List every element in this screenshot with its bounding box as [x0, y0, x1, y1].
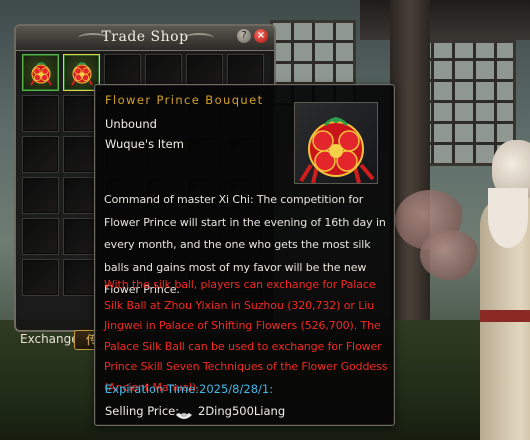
flower-prince-bouquet-icon [294, 102, 378, 184]
help-icon[interactable]: ? [237, 29, 251, 43]
shop-slot-empty[interactable] [22, 95, 59, 132]
item-usage: With the silk ball, players can exchange… [104, 278, 388, 394]
item-tooltip: Flower Prince Bouquet Unbound Wuque's It… [94, 84, 395, 426]
item-owner: Wuque's Item [105, 137, 184, 151]
shop-slot-empty[interactable] [22, 177, 59, 214]
shop-slot-empty[interactable] [22, 136, 59, 173]
roof-eave [360, 0, 530, 40]
shop-slot-item[interactable] [22, 54, 59, 91]
expiration-time: Expiration Time:2025/8/28/1: [105, 382, 274, 396]
wooden-pillar [390, 0, 430, 330]
shop-slot-empty[interactable] [22, 259, 59, 296]
npc-old-man[interactable] [480, 140, 530, 440]
selling-price-value: 2Ding500Liang [198, 404, 286, 418]
flower-prince-bouquet-icon [71, 62, 93, 86]
shop-slot-empty[interactable] [22, 218, 59, 255]
npc-belt [480, 310, 530, 322]
item-name: Flower Prince Bouquet [105, 93, 264, 107]
shop-titlebar[interactable]: Trade Shop ? × [16, 26, 274, 51]
bind-status: Unbound [105, 117, 157, 131]
silver-ingot-icon [176, 406, 192, 419]
shop-title: Trade Shop [101, 29, 189, 45]
close-icon[interactable]: × [254, 29, 268, 43]
blossom-tree [420, 230, 480, 280]
selling-price-label: Selling Price: [105, 404, 180, 418]
flower-prince-bouquet-icon [30, 62, 52, 86]
npc-beard [488, 188, 528, 248]
exchange-label[interactable]: Exchange [20, 332, 79, 346]
